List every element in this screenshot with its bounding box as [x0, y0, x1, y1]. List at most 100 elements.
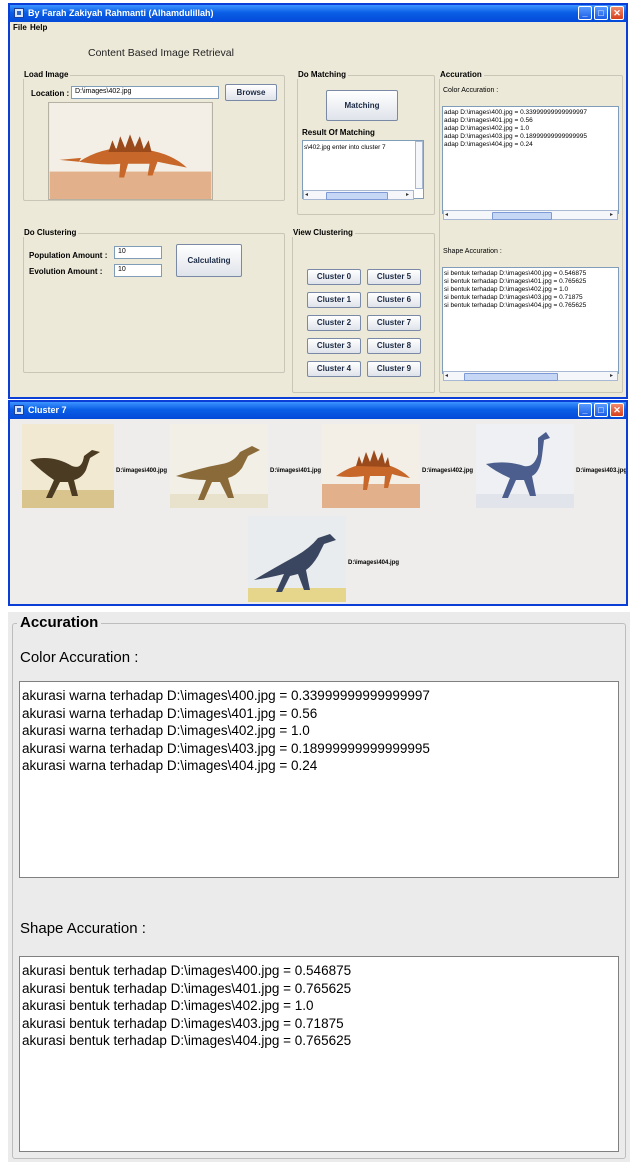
cluster-window-title: Cluster 7 — [28, 405, 67, 415]
scrollbar-thumb[interactable] — [464, 373, 558, 381]
do-matching-legend: Do Matching — [296, 70, 348, 79]
close-icon[interactable]: ✕ — [610, 403, 624, 417]
color-line: adap D:\images\404.jpg = 0.24 — [444, 141, 533, 148]
color-accuration-label: Color Accuration : — [443, 87, 499, 94]
scroll-right-arrow-icon: ▸ — [406, 192, 410, 198]
zoom-color-accuration-area[interactable]: akurasi warna terhadap D:\images\400.jpg… — [19, 681, 619, 878]
zoom-color-line: akurasi warna terhadap D:\images\403.jpg… — [22, 740, 430, 756]
shape-line: si bentuk terhadap D:\images\403.jpg = 0… — [444, 294, 583, 301]
shape-horizontal-scrollbar[interactable]: ◂ ▸ — [443, 371, 618, 381]
evolution-amount-field[interactable]: 10 — [114, 264, 162, 277]
color-horizontal-scrollbar[interactable]: ◂ ▸ — [443, 210, 618, 220]
cluster-4-button[interactable]: Cluster 4 — [307, 361, 361, 377]
result-text: s\402.jpg enter into cluster 7 — [304, 144, 386, 151]
population-amount-label: Population Amount : — [29, 251, 108, 260]
scroll-left-arrow-icon: ◂ — [445, 212, 449, 218]
browse-button[interactable]: Browse — [225, 84, 277, 101]
scrollbar-thumb[interactable] — [492, 212, 552, 220]
shape-line: si bentuk terhadap D:\images\400.jpg = 0… — [444, 270, 587, 277]
cluster-8-button[interactable]: Cluster 8 — [367, 338, 421, 354]
color-line: adap D:\images\403.jpg = 0.1899999999999… — [444, 133, 587, 140]
java-app-icon — [14, 8, 24, 18]
zoom-color-line: akurasi warna terhadap D:\images\400.jpg… — [22, 688, 430, 703]
zoom-color-line: akurasi warna terhadap D:\images\404.jpg… — [22, 758, 318, 773]
result-of-matching-label: Result Of Matching — [302, 128, 375, 137]
java-app-icon — [14, 405, 24, 415]
stegosaurus-image — [49, 103, 212, 199]
zoom-color-accuration-label: Color Accuration : — [20, 649, 139, 666]
scrollbar-thumb[interactable] — [326, 192, 388, 200]
minimize-icon[interactable]: _ — [578, 403, 592, 417]
dinosaur-403-image — [476, 424, 574, 508]
zoom-shape-line: akurasi bentuk terhadap D:\images\403.jp… — [22, 1015, 344, 1031]
cluster-2-button[interactable]: Cluster 2 — [307, 315, 361, 331]
accuration-zoom-legend: Accuration — [17, 614, 102, 631]
color-line: adap D:\images\402.jpg = 1.0 — [444, 125, 530, 132]
zoom-shape-line: akurasi bentuk terhadap D:\images\400.jp… — [22, 963, 352, 978]
scroll-right-arrow-icon: ▸ — [610, 373, 614, 379]
zoom-shape-accuration-area[interactable]: akurasi bentuk terhadap D:\images\400.jp… — [19, 956, 619, 1152]
shape-accuration-area[interactable]: si bentuk terhadap D:\images\400.jpg = 0… — [442, 267, 619, 374]
color-line: adap D:\images\400.jpg = 0.3399999999999… — [444, 109, 587, 116]
cluster-0-button[interactable]: Cluster 0 — [307, 269, 361, 285]
cluster-title-bar: Cluster 7 _ □ ✕ — [10, 402, 626, 419]
cluster-3-button[interactable]: Cluster 3 — [307, 338, 361, 354]
cluster-9-button[interactable]: Cluster 9 — [367, 361, 421, 377]
accuration-zoom-panel: Accuration Color Accuration : akurasi wa… — [8, 612, 630, 1162]
color-line: adap D:\images\401.jpg = 0.56 — [444, 117, 533, 124]
close-icon[interactable]: ✕ — [610, 6, 624, 20]
menu-help[interactable]: Help — [30, 23, 47, 32]
app-title: Content Based Image Retrieval — [88, 47, 234, 59]
do-clustering-legend: Do Clustering — [22, 228, 79, 237]
shape-line: si bentuk terhadap D:\images\404.jpg = 0… — [444, 302, 587, 309]
population-amount-field[interactable]: 10 — [114, 246, 162, 259]
result-horizontal-scrollbar[interactable]: ◂ ▸ — [303, 190, 414, 200]
main-title-bar: By Farah Zakiyah Rahmanti (Alhamdulillah… — [10, 5, 626, 22]
zoom-shape-line: akurasi bentuk terhadap D:\images\402.jp… — [22, 998, 314, 1013]
minimize-icon[interactable]: _ — [578, 6, 592, 20]
cluster-1-button[interactable]: Cluster 1 — [307, 292, 361, 308]
cluster-window: Cluster 7 _ □ ✕ D:\images\400.jpg D:\ima… — [8, 400, 628, 606]
caption-400: D:\images\400.jpg — [116, 468, 168, 474]
color-accuration-area[interactable]: adap D:\images\400.jpg = 0.3399999999999… — [442, 106, 619, 214]
shape-line: si bentuk terhadap D:\images\402.jpg = 1… — [444, 286, 569, 293]
shape-line: si bentuk terhadap D:\images\401.jpg = 0… — [444, 278, 587, 285]
location-field[interactable]: D:\images\402.jpg — [71, 86, 219, 99]
calculating-button[interactable]: Calculating — [176, 244, 242, 277]
cluster-image-404 — [248, 516, 346, 602]
cluster-image-401 — [170, 424, 268, 508]
zoom-shape-line: akurasi bentuk terhadap D:\images\404.jp… — [22, 1033, 352, 1048]
maximize-icon[interactable]: □ — [594, 403, 608, 417]
main-window-title: By Farah Zakiyah Rahmanti (Alhamdulillah… — [28, 8, 214, 18]
menu-bar: File Help — [10, 22, 626, 34]
loaded-image-preview — [48, 102, 213, 200]
load-image-legend: Load Image — [22, 70, 71, 79]
cluster-7-button[interactable]: Cluster 7 — [367, 315, 421, 331]
cluster-image-400 — [22, 424, 114, 508]
view-clustering-legend: View Clustering — [291, 228, 355, 237]
matching-button[interactable]: Matching — [326, 90, 398, 121]
zoom-color-line: akurasi warna terhadap D:\images\402.jpg… — [22, 723, 310, 738]
cluster-image-403 — [476, 424, 574, 508]
main-window: By Farah Zakiyah Rahmanti (Alhamdulillah… — [8, 3, 628, 399]
caption-401: D:\images\401.jpg — [270, 468, 322, 474]
dinosaur-400-image — [22, 424, 114, 508]
scroll-left-arrow-icon: ◂ — [305, 192, 309, 198]
cluster-6-button[interactable]: Cluster 6 — [367, 292, 421, 308]
caption-403: D:\images\403.jpg — [576, 468, 628, 474]
cluster-image-402 — [322, 424, 420, 508]
scroll-left-arrow-icon: ◂ — [445, 373, 449, 379]
result-vertical-scrollbar[interactable] — [415, 141, 423, 189]
zoom-color-line: akurasi warna terhadap D:\images\401.jpg… — [22, 705, 318, 721]
menu-file[interactable]: File — [13, 23, 27, 32]
evolution-amount-label: Evolution Amount : — [29, 267, 103, 276]
dinosaur-402-image — [322, 424, 420, 508]
caption-404: D:\images\404.jpg — [348, 560, 400, 566]
cluster-5-button[interactable]: Cluster 5 — [367, 269, 421, 285]
accuration-legend: Accuration — [438, 70, 484, 79]
zoom-shape-accuration-label: Shape Accuration : — [20, 920, 146, 937]
maximize-icon[interactable]: □ — [594, 6, 608, 20]
location-label: Location : — [31, 89, 70, 98]
zoom-shape-line: akurasi bentuk terhadap D:\images\401.jp… — [22, 980, 352, 996]
dinosaur-401-image — [170, 424, 268, 508]
